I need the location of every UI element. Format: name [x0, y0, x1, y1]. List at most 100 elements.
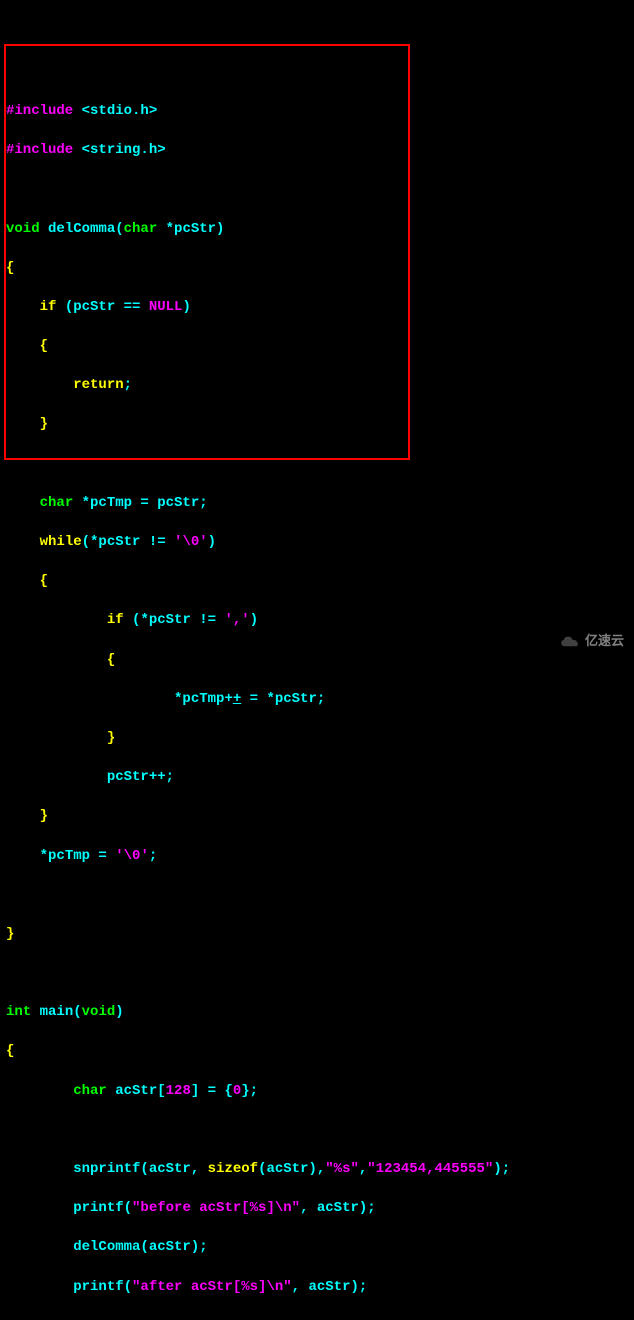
code-line: while(*pcStr != '\0') [6, 533, 628, 553]
code-line: if (*pcStr != ',') [6, 611, 628, 631]
semicolon: ; [140, 1318, 148, 1320]
indent [6, 299, 40, 315]
if-keyword: if [107, 612, 124, 628]
expression: = *pcStr; [241, 691, 325, 707]
code-line [6, 964, 628, 984]
type-keyword: void [82, 1004, 116, 1020]
char-literal: ',' [224, 612, 249, 628]
preprocessor: #include [6, 103, 82, 119]
array-decl: }; [241, 1083, 258, 1099]
indent [6, 691, 174, 707]
while-keyword: while [40, 534, 82, 550]
expression-cursor: + [233, 691, 241, 707]
string-literal: "%s" [325, 1161, 359, 1177]
indent [6, 377, 73, 393]
paren: ) [115, 1004, 123, 1020]
code-line [6, 1121, 628, 1141]
brace: } [6, 415, 628, 435]
brace: } [6, 925, 628, 945]
type-keyword: char [73, 1083, 107, 1099]
char-literal: '\0' [115, 848, 149, 864]
number-literal: 128 [166, 1083, 191, 1099]
code-line: #include <string.h> [6, 141, 628, 161]
function-call: delComma(acStr); [73, 1239, 207, 1255]
string-literal: "after acStr[%s]\n" [132, 1279, 292, 1295]
indent [6, 848, 40, 864]
code-line: *pcTmp = '\0'; [6, 847, 628, 867]
code-line: int main(void) [6, 1003, 628, 1023]
type-keyword: char [124, 221, 158, 237]
paren: ) [182, 299, 190, 315]
indent [6, 1161, 73, 1177]
code-line: if (pcStr == NULL) [6, 298, 628, 318]
brace: { [6, 337, 628, 357]
comma: , [359, 1161, 367, 1177]
space [124, 1318, 132, 1320]
watermark: 亿速云 [559, 632, 624, 650]
code-line: return; [6, 376, 628, 396]
code-line: void delComma(char *pcStr) [6, 220, 628, 240]
code-line: printf("before acStr[%s]\n", acStr); [6, 1199, 628, 1219]
type-keyword: char [40, 495, 74, 511]
code-line: delComma(acStr); [6, 1238, 628, 1258]
brace: } [6, 807, 628, 827]
brace: { [6, 1042, 628, 1062]
array-decl: acStr[ [107, 1083, 166, 1099]
function-decl: delComma( [40, 221, 124, 237]
code-line: return 0; [6, 1317, 628, 1320]
code-line: char acStr[128] = {0}; [6, 1082, 628, 1102]
return-keyword: return [73, 377, 123, 393]
code-line: *pcTmp++ = *pcStr; [6, 690, 628, 710]
cloud-icon [559, 634, 581, 648]
function-decl: main( [31, 1004, 81, 1020]
indent [6, 769, 107, 785]
indent [6, 1239, 73, 1255]
indent [6, 1318, 73, 1320]
args: (acStr), [258, 1161, 325, 1177]
if-keyword: if [40, 299, 57, 315]
paren: ) [250, 612, 258, 628]
indent [6, 534, 40, 550]
array-decl: ] = { [191, 1083, 233, 1099]
watermark-text: 亿速云 [585, 632, 624, 650]
code-line: pcStr++; [6, 768, 628, 788]
code-line [6, 886, 628, 906]
call-end: , acStr); [292, 1279, 368, 1295]
semicolon: ; [124, 377, 132, 393]
condition: (*pcStr != [124, 612, 225, 628]
paren: ) [208, 534, 216, 550]
include-header: <stdio.h> [82, 103, 158, 119]
brace: } [6, 729, 628, 749]
char-literal: '\0' [174, 534, 208, 550]
code-line [6, 455, 628, 475]
expression: *pcTmp+ [174, 691, 233, 707]
string-literal: "123454,445555" [367, 1161, 493, 1177]
string-literal: "before acStr[%s]\n" [132, 1200, 300, 1216]
function-call: snprintf(acStr, [73, 1161, 207, 1177]
code-line: snprintf(acStr, sizeof(acStr),"%s","1234… [6, 1160, 628, 1180]
param: *pcStr) [157, 221, 224, 237]
call-end: , acStr); [300, 1200, 376, 1216]
preprocessor: #include [6, 142, 82, 158]
declaration: *pcTmp = pcStr; [73, 495, 207, 511]
null-keyword: NULL [149, 299, 183, 315]
include-header: <string.h> [82, 142, 166, 158]
condition: (pcStr == [56, 299, 148, 315]
number-literal: 0 [233, 1083, 241, 1099]
indent [6, 1083, 73, 1099]
code-line: printf("after acStr[%s]\n", acStr); [6, 1278, 628, 1298]
function-call: printf( [73, 1279, 132, 1295]
indent [6, 612, 107, 628]
indent [6, 1279, 73, 1295]
brace: { [6, 259, 628, 279]
indent [6, 495, 40, 511]
number-literal: 0 [132, 1318, 140, 1320]
assignment: *pcTmp = [40, 848, 116, 864]
function-call: printf( [73, 1200, 132, 1216]
semicolon: ; [149, 848, 157, 864]
sizeof-keyword: sizeof [208, 1161, 258, 1177]
brace: { [6, 572, 628, 592]
return-keyword: return [73, 1318, 123, 1320]
type-keyword: void [6, 221, 40, 237]
code-line: #include <stdio.h> [6, 102, 628, 122]
